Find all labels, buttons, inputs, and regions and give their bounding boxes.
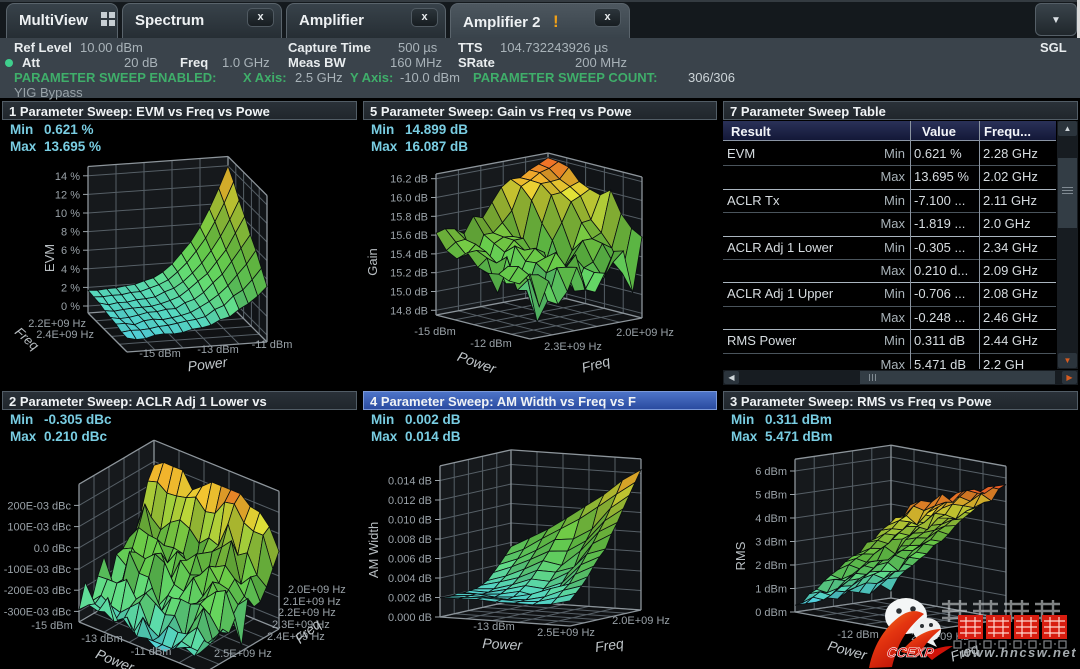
svg-text:0.0 dBc: 0.0 dBc [34, 543, 72, 555]
svg-text:EVM: EVM [42, 244, 57, 272]
svg-text:0.014 dB: 0.014 dB [388, 476, 432, 488]
svg-text:6 dBm: 6 dBm [755, 466, 787, 478]
svg-text:15.8 dB: 15.8 dB [390, 211, 428, 223]
svg-text:0 dBm: 0 dBm [755, 607, 787, 619]
svg-text:AM Width: AM Width [366, 522, 381, 578]
svg-text:15.4 dB: 15.4 dB [390, 249, 428, 261]
svg-text:4 dBm: 4 dBm [755, 513, 787, 525]
svg-text:0.010 dB: 0.010 dB [388, 515, 432, 527]
svg-text:2 %: 2 % [61, 282, 80, 294]
svg-text:CCEXP: CCEXP [886, 645, 936, 660]
svg-text:0.006 dB: 0.006 dB [388, 554, 432, 566]
svg-text:0.004 dB: 0.004 dB [388, 573, 432, 585]
svg-text:3 dBm: 3 dBm [755, 537, 787, 549]
svg-text:Power: Power [482, 635, 524, 653]
svg-text:100E-03 dBc: 100E-03 dBc [7, 522, 71, 534]
svg-text:RMS: RMS [733, 541, 748, 570]
svg-text:15.6 dB: 15.6 dB [390, 230, 428, 242]
svg-text:-300E-03 dBc: -300E-03 dBc [4, 606, 72, 618]
svg-text:6 %: 6 % [61, 245, 80, 257]
svg-text:-12 dBm: -12 dBm [470, 338, 512, 350]
svg-text:0.000 dB: 0.000 dB [388, 612, 432, 624]
svg-text:-100E-03 dBc: -100E-03 dBc [4, 564, 72, 576]
svg-text:15.0 dB: 15.0 dB [390, 287, 428, 299]
svg-text:2.0E+09 Hz: 2.0E+09 Hz [612, 615, 670, 627]
svg-text:Power: Power [455, 348, 499, 377]
svg-text:-13 dBm: -13 dBm [473, 621, 515, 633]
svg-text:www.hncsw.net: www.hncsw.net [961, 645, 1077, 660]
svg-text:-200E-03 dBc: -200E-03 dBc [4, 585, 72, 597]
svg-text:2.5E+09 Hz: 2.5E+09 Hz [537, 627, 595, 639]
svg-text:2.3E+09 Hz: 2.3E+09 Hz [544, 341, 602, 353]
svg-text:1 dBm: 1 dBm [755, 584, 787, 596]
svg-text:Freq: Freq [594, 635, 625, 655]
svg-text:12 %: 12 % [55, 189, 80, 201]
svg-text:-15 dBm: -15 dBm [414, 326, 456, 338]
svg-text:Gain: Gain [365, 248, 380, 275]
svg-text:-11 dBm: -11 dBm [131, 646, 172, 658]
svg-text:0.008 dB: 0.008 dB [388, 534, 432, 546]
svg-text:-11 dBm: -11 dBm [252, 339, 293, 351]
svg-text:15.2 dB: 15.2 dB [390, 268, 428, 280]
svg-text:5 dBm: 5 dBm [755, 490, 787, 502]
svg-text:8 %: 8 % [61, 227, 80, 239]
svg-text:Freq: Freq [580, 353, 612, 376]
svg-text:0 %: 0 % [61, 301, 80, 313]
svg-text:2.0E+09 Hz: 2.0E+09 Hz [288, 584, 346, 596]
svg-text:0.002 dB: 0.002 dB [388, 593, 432, 605]
svg-text:2.4E+09 Hz: 2.4E+09 Hz [36, 329, 94, 341]
svg-text:Power: Power [187, 354, 230, 375]
svg-text:4 %: 4 % [61, 264, 80, 276]
svg-text:-13 dBm: -13 dBm [81, 633, 123, 645]
svg-text:16.2 dB: 16.2 dB [390, 174, 428, 186]
svg-text:200E-03 dBc: 200E-03 dBc [7, 500, 71, 512]
svg-text:-15 dBm: -15 dBm [139, 348, 181, 360]
svg-text:16.0 dB: 16.0 dB [390, 193, 428, 205]
svg-text:2.2E+09 Hz: 2.2E+09 Hz [278, 607, 336, 619]
svg-text:0.012 dB: 0.012 dB [388, 495, 432, 507]
svg-text:2.0E+09 Hz: 2.0E+09 Hz [616, 327, 674, 339]
svg-text:2.5E+09 Hz: 2.5E+09 Hz [214, 648, 272, 660]
svg-text:10 %: 10 % [55, 208, 80, 220]
svg-text:14 %: 14 % [55, 171, 80, 183]
svg-text:-15 dBm: -15 dBm [31, 620, 73, 632]
svg-text:2 dBm: 2 dBm [755, 560, 787, 572]
svg-text:14.8 dB: 14.8 dB [390, 305, 428, 317]
